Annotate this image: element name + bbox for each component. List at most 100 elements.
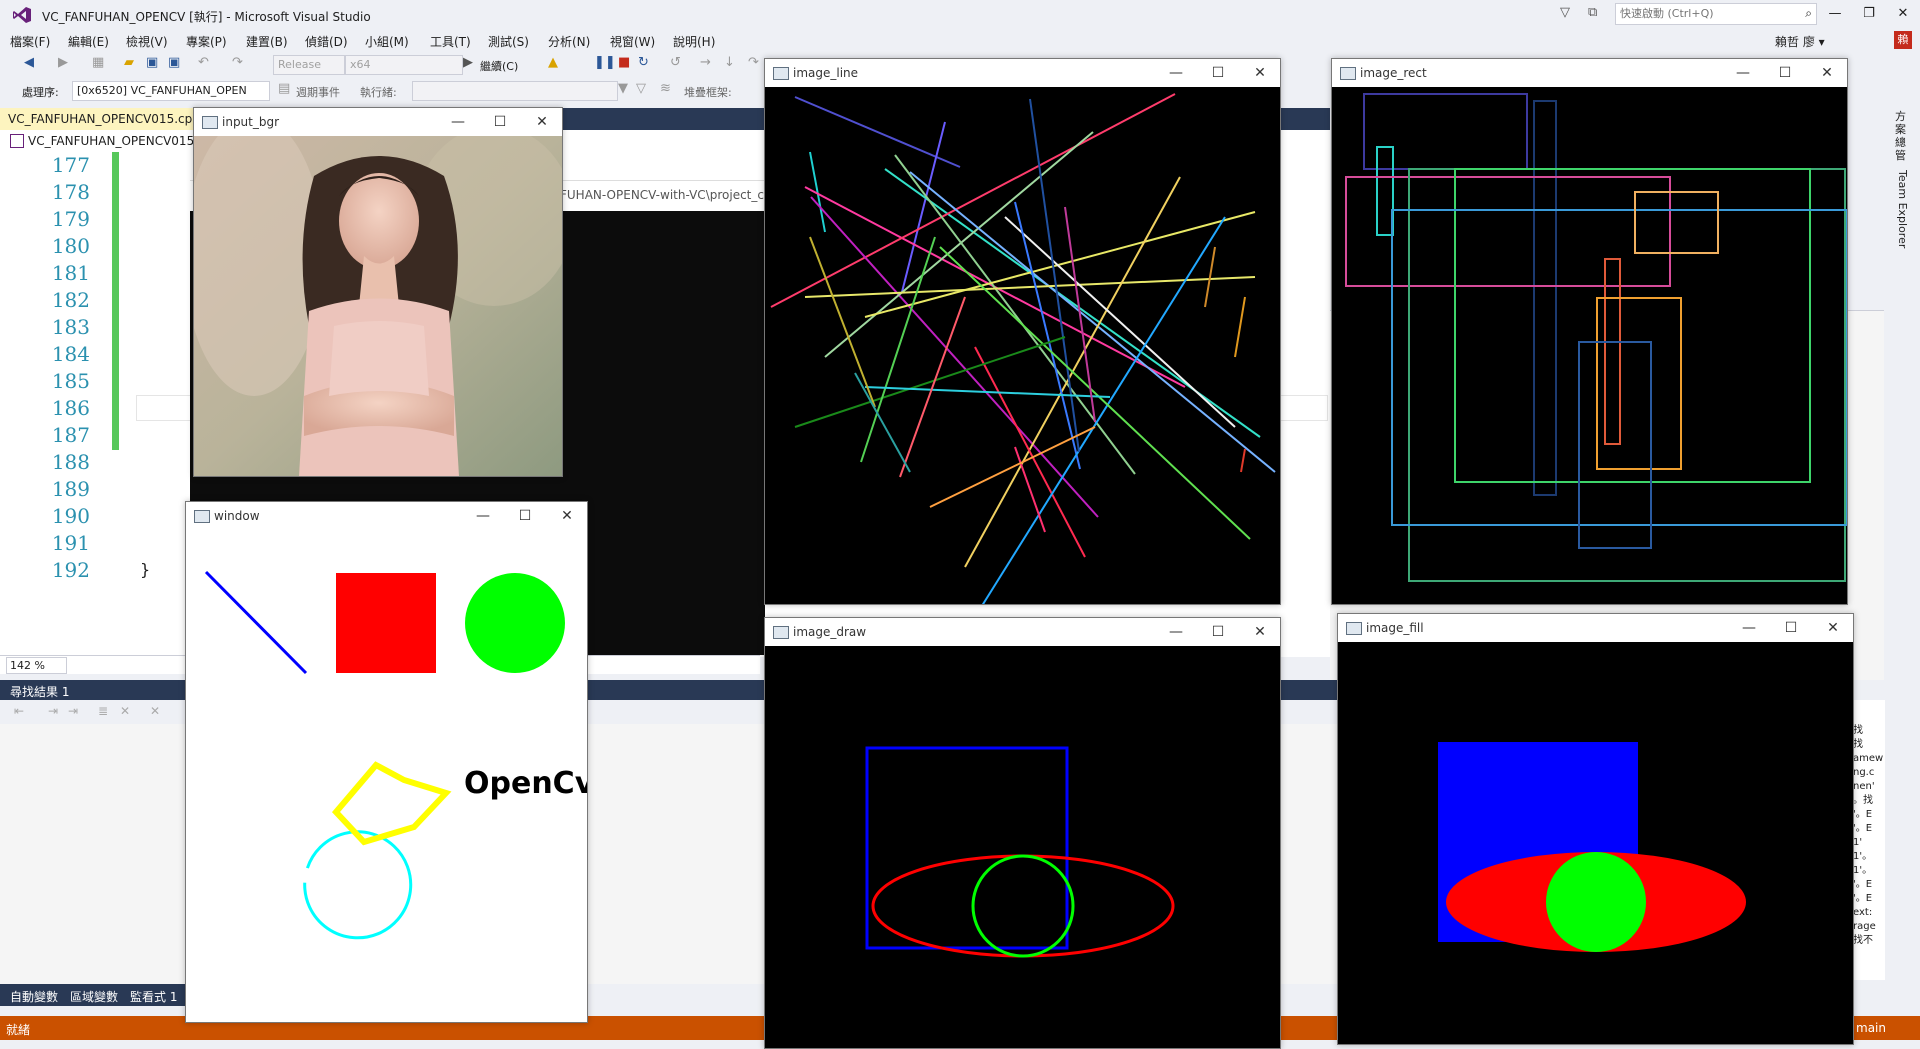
red-square	[336, 573, 436, 673]
window-titlebar[interactable]: image_fill — ☐ ✕	[1338, 614, 1853, 642]
close-button[interactable]: ✕	[1813, 617, 1853, 639]
menu-debug[interactable]: 偵錯(D)	[305, 33, 348, 50]
open-file-icon[interactable]: ▰	[124, 55, 134, 70]
quick-launch-box[interactable]: ⌕	[1615, 3, 1817, 25]
new-project-icon[interactable]: ▦	[92, 55, 104, 70]
window-titlebar[interactable]: image_rect — ☐ ✕	[1332, 59, 1847, 87]
project-dropdown[interactable]: VC_FANFUHAN_OPENCV015	[28, 134, 194, 148]
continue-button[interactable]: 繼續(C)	[480, 58, 518, 74]
lifecycle-icon[interactable]: ▤	[278, 81, 290, 96]
window-titlebar[interactable]: image_line — ☐ ✕	[765, 59, 1280, 87]
tab-watch-1[interactable]: 監看式 1	[130, 988, 177, 1005]
menu-test[interactable]: 測試(S)	[488, 33, 529, 50]
stop-debugging-icon[interactable]: ■	[618, 55, 630, 70]
minimize-button[interactable]: —	[1156, 62, 1196, 84]
search-icon[interactable]: ⌕	[1805, 6, 1812, 21]
zoom-select[interactable]: 142 %	[6, 657, 67, 674]
find-goto-icon[interactable]: ⇥	[68, 704, 78, 718]
undo-icon[interactable]: ↶	[198, 55, 209, 70]
menu-tools[interactable]: 工具(T)	[430, 33, 471, 50]
window-titlebar[interactable]: window — ☐ ✕	[186, 502, 587, 530]
minimize-button[interactable]: —	[1156, 621, 1196, 643]
user-name[interactable]: 賴哲 廖 ▾	[1775, 33, 1825, 50]
menu-edit[interactable]: 編輯(E)	[68, 33, 109, 50]
back-icon[interactable]: ◀	[24, 55, 34, 70]
lifecycle-events-button[interactable]: 週期事件	[296, 84, 340, 100]
thread-select[interactable]	[412, 81, 618, 101]
tab-team-explorer[interactable]: Team Explorer	[1895, 170, 1909, 248]
output-line: nen'	[1853, 781, 1875, 792]
close-button[interactable]: ✕	[1888, 4, 1918, 24]
continue-icon[interactable]: ▶	[463, 55, 473, 70]
save-all-icon[interactable]: ▣	[168, 55, 180, 70]
break-all-icon[interactable]: ❚❚	[594, 55, 616, 70]
window-icon	[202, 116, 218, 129]
git-branch[interactable]: main	[1856, 1021, 1886, 1035]
close-button[interactable]: ✕	[522, 111, 562, 133]
find-next-icon[interactable]: ⇥	[48, 704, 58, 718]
image-rect-window[interactable]: image_rect — ☐ ✕	[1331, 58, 1848, 605]
show-next-statement-icon[interactable]: →	[700, 55, 711, 70]
stop-find-icon[interactable]: ✕	[150, 704, 160, 718]
maximize-button[interactable]: ☐	[505, 505, 545, 527]
lines-canvas	[765, 87, 1280, 604]
tab-solution-explorer[interactable]: 方案總管	[1895, 110, 1909, 162]
feedback-icon[interactable]: ⧉	[1588, 5, 1597, 20]
menu-project[interactable]: 專案(P)	[186, 33, 227, 50]
document-tab[interactable]: VC_FANFUHAN_OPENCV015.cpp	[0, 108, 208, 130]
window-titlebar[interactable]: image_draw — ☐ ✕	[765, 618, 1280, 646]
minimize-button[interactable]: —	[438, 111, 478, 133]
image-fill-window[interactable]: image_fill — ☐ ✕	[1337, 613, 1854, 1045]
close-button[interactable]: ✕	[1807, 62, 1847, 84]
close-button[interactable]: ✕	[547, 505, 587, 527]
minimize-button[interactable]: —	[1729, 617, 1769, 639]
maximize-button[interactable]: ☐	[1765, 62, 1805, 84]
find-prev-icon[interactable]: ⇤	[14, 704, 24, 718]
quick-launch-input[interactable]	[1616, 4, 1794, 22]
menu-team[interactable]: 小組(M)	[365, 33, 409, 50]
find-list-icon[interactable]: ≣	[98, 704, 108, 718]
window-titlebar[interactable]: input_bgr — ☐ ✕	[194, 108, 562, 136]
thread-filter-icon[interactable]: ▽	[636, 81, 646, 96]
process-select[interactable]: [0x6520] VC_FANFUHAN_OPEN	[72, 81, 270, 101]
maximize-button[interactable]: ☐	[1771, 617, 1811, 639]
line-number: 184	[51, 342, 90, 366]
filter-icon[interactable]: ▽	[1560, 5, 1570, 20]
maximize-button[interactable]: ☐	[1198, 621, 1238, 643]
platform-select[interactable]: x64	[345, 55, 463, 75]
minimize-button[interactable]: —	[463, 505, 503, 527]
configuration-select[interactable]: Release	[273, 55, 345, 75]
hot-reload-icon[interactable]: ↺	[670, 55, 681, 70]
attach-icon[interactable]: ▲	[548, 55, 558, 70]
clear-all-icon[interactable]: ✕	[120, 704, 130, 718]
tab-locals[interactable]: 區域變數	[70, 988, 118, 1005]
menu-file[interactable]: 檔案(F)	[10, 33, 50, 50]
redo-icon[interactable]: ↷	[232, 55, 243, 70]
menu-view[interactable]: 檢視(V)	[126, 33, 168, 50]
step-into-icon[interactable]: ↓	[724, 55, 735, 70]
menu-analyze[interactable]: 分析(N)	[548, 33, 590, 50]
menu-help[interactable]: 說明(H)	[673, 33, 715, 50]
maximize-button[interactable]: ☐	[1198, 62, 1238, 84]
close-button[interactable]: ✕	[1240, 62, 1280, 84]
image-line-window[interactable]: image_line — ☐ ✕	[764, 58, 1281, 605]
menu-window[interactable]: 視窗(W)	[610, 33, 655, 50]
input-bgr-window[interactable]: input_bgr — ☐ ✕	[193, 107, 563, 477]
canvas-background	[765, 87, 1280, 604]
minimize-button[interactable]: —	[1723, 62, 1763, 84]
menu-build[interactable]: 建置(B)	[246, 33, 288, 50]
user-avatar[interactable]: 賴	[1894, 31, 1912, 49]
minimize-button[interactable]: —	[1820, 4, 1850, 24]
forward-icon[interactable]: ▶	[58, 55, 68, 70]
save-icon[interactable]: ▣	[146, 55, 158, 70]
restore-button[interactable]: ❐	[1854, 4, 1884, 24]
close-button[interactable]: ✕	[1240, 621, 1280, 643]
maximize-button[interactable]: ☐	[480, 111, 520, 133]
step-over-icon[interactable]: ↷	[748, 55, 759, 70]
image-draw-window[interactable]: image_draw — ☐ ✕	[764, 617, 1281, 1049]
restart-icon[interactable]: ↻	[638, 55, 649, 70]
flag-thread-icon[interactable]: ▼	[618, 81, 628, 96]
tab-autos[interactable]: 自動變數	[10, 988, 58, 1005]
shapes-window[interactable]: window — ☐ ✕ OpenCv	[185, 501, 588, 1023]
expand-callstack-icon[interactable]: ≋	[660, 81, 671, 96]
